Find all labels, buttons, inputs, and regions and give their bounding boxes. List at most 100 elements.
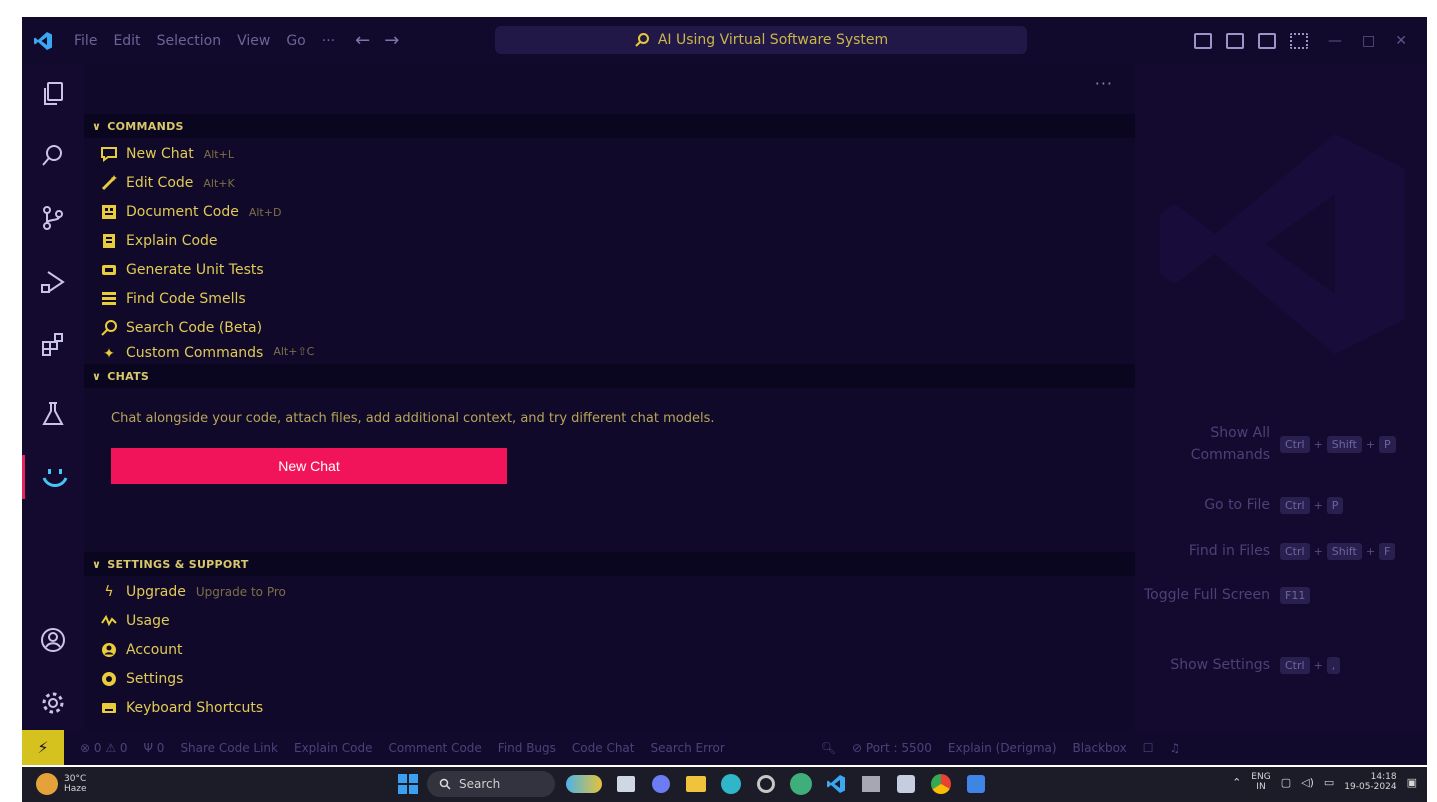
menu-go[interactable]: Go: [286, 33, 305, 49]
shortcut-find-in-files: Find in Files Ctrl + Shift + F: [1135, 540, 1427, 562]
maximize-button[interactable]: □: [1362, 33, 1375, 49]
back-arrow-icon[interactable]: ←: [355, 30, 370, 51]
settings-item-account[interactable]: Account: [100, 638, 183, 662]
task-view-icon[interactable]: [613, 771, 639, 797]
menu-selection[interactable]: Selection: [157, 33, 222, 49]
pulse-icon: [100, 612, 118, 630]
clock[interactable]: 14:18 19-05-2024: [1344, 772, 1396, 792]
explorer-icon[interactable]: [22, 72, 84, 116]
run-debug-icon[interactable]: [22, 260, 84, 304]
toggle-panel-icon[interactable]: [1226, 32, 1245, 49]
vscode-logo-icon[interactable]: [22, 17, 64, 64]
zoom-icon[interactable]: 🔍︎: [821, 741, 836, 755]
file-explorer-icon[interactable]: [683, 771, 709, 797]
settings-item-settings[interactable]: Settings: [100, 667, 183, 691]
toggle-primary-sidebar-icon[interactable]: [1194, 32, 1213, 49]
windows-taskbar: 30°C Haze Search ⌃ ENG IN ▢ ◁) ▭ 14:18 1…: [22, 767, 1427, 802]
account-icon[interactable]: [22, 618, 84, 662]
language-indicator[interactable]: ENG IN: [1251, 772, 1270, 792]
vscode-taskbar-icon[interactable]: [823, 771, 849, 797]
chat-app-icon[interactable]: [648, 771, 674, 797]
extensions-icon[interactable]: [22, 322, 84, 366]
close-button[interactable]: ✕: [1395, 33, 1407, 49]
toggle-secondary-sidebar-icon[interactable]: [1258, 32, 1277, 49]
explain-derigma-link[interactable]: Explain (Derigma): [948, 741, 1057, 755]
command-document-code[interactable]: Document Code Alt+D: [100, 200, 281, 224]
command-find-code-smells[interactable]: Find Code Smells: [100, 287, 246, 311]
command-explain-code[interactable]: Explain Code: [100, 229, 218, 253]
windows-start-icon[interactable]: [398, 774, 418, 794]
comment-code-link[interactable]: Comment Code: [388, 741, 481, 755]
settings-item-upgrade[interactable]: ϟ Upgrade Upgrade to Pro: [100, 580, 286, 604]
widgets-app-icon[interactable]: [564, 771, 604, 797]
tool-icon: ✦: [103, 346, 115, 361]
network-icon[interactable]: ▢: [1281, 776, 1291, 789]
chats-section-header[interactable]: ∨ CHATS: [84, 364, 1135, 388]
notification-center-icon[interactable]: ▣: [1407, 776, 1417, 789]
book-icon: [100, 232, 118, 250]
command-generate-unit-tests[interactable]: Generate Unit Tests: [100, 258, 264, 282]
command-search-code[interactable]: Search Code (Beta): [100, 316, 262, 340]
command-new-chat[interactable]: New Chat Alt+L: [100, 142, 234, 166]
account-icon: [100, 641, 118, 659]
search-icon: [635, 33, 649, 47]
testing-flask-icon[interactable]: [22, 392, 84, 436]
settings-item-usage[interactable]: Usage: [100, 609, 170, 633]
share-code-link[interactable]: Share Code Link: [180, 741, 278, 755]
battery-icon[interactable]: ▭: [1324, 776, 1334, 789]
search-error-link[interactable]: Search Error: [650, 741, 724, 755]
menu-edit[interactable]: Edit: [113, 33, 140, 49]
chevron-down-icon: ∨: [92, 557, 102, 571]
test-tube-icon: [100, 261, 118, 279]
chatgpt-app-icon[interactable]: [788, 771, 814, 797]
source-control-icon[interactable]: [22, 196, 84, 240]
problems-indicator[interactable]: ⊗ 0 ⚠ 0: [80, 741, 128, 755]
forward-arrow-icon[interactable]: →: [384, 30, 399, 51]
live-server-port[interactable]: ⊘ Port : 5500: [852, 741, 932, 755]
volume-icon[interactable]: ◁): [1301, 776, 1314, 789]
find-bugs-link[interactable]: Find Bugs: [498, 741, 556, 755]
settings-support-section-header[interactable]: ∨ SETTINGS & SUPPORT: [84, 552, 1135, 576]
more-actions-icon[interactable]: ···: [1095, 74, 1113, 93]
blackbox-status[interactable]: Blackbox: [1073, 741, 1127, 755]
broadcast-icon[interactable]: ☐: [1143, 741, 1154, 755]
remote-indicator-icon[interactable]: ⚡: [22, 730, 64, 765]
list-icon: [100, 290, 118, 308]
menu-bar: File Edit Selection View Go ··· ← →: [64, 17, 399, 64]
menu-view[interactable]: View: [237, 33, 270, 49]
chevron-up-icon[interactable]: ⌃: [1232, 776, 1241, 789]
menu-more[interactable]: ···: [322, 33, 335, 49]
editor-welcome-area: Show All Commands Ctrl + Shift + P Go to F…: [1135, 64, 1427, 730]
taskbar-search-box[interactable]: Search: [427, 771, 555, 797]
edge-browser-icon[interactable]: [718, 771, 744, 797]
activity-bar: [22, 64, 84, 730]
customize-layout-icon[interactable]: [1290, 32, 1309, 49]
new-chat-button[interactable]: New Chat: [111, 448, 507, 484]
store-app-icon[interactable]: [963, 771, 989, 797]
manage-gear-icon[interactable]: [22, 681, 84, 725]
blackbox-smile-icon[interactable]: [22, 455, 84, 499]
shortcut-go-to-file: Go to File Ctrl + P: [1135, 494, 1427, 516]
search-icon[interactable]: [22, 134, 84, 178]
command-center-search[interactable]: AI Using Virtual Software System: [495, 26, 1027, 54]
weather-widget[interactable]: 30°C Haze: [36, 773, 87, 795]
search-icon: [100, 319, 118, 337]
ports-indicator[interactable]: Ψ 0: [144, 741, 165, 755]
photos-app-icon[interactable]: [893, 771, 919, 797]
command-edit-code[interactable]: Edit Code Alt+K: [100, 171, 235, 195]
settings-app-icon[interactable]: [753, 771, 779, 797]
explain-code-link[interactable]: Explain Code: [294, 741, 372, 755]
weather-desc: Haze: [64, 784, 87, 794]
terminal-app-icon[interactable]: [858, 771, 884, 797]
commands-section-header[interactable]: ∨ COMMANDS: [84, 114, 1135, 138]
section-title: SETTINGS & SUPPORT: [107, 557, 249, 571]
menu-file[interactable]: File: [74, 33, 97, 49]
command-custom-commands[interactable]: ✦ Custom Commands Alt+⇧C: [100, 345, 314, 361]
chevron-down-icon: ∨: [92, 119, 102, 133]
settings-item-keyboard-shortcuts[interactable]: Keyboard Shortcuts: [100, 696, 263, 720]
minimize-button[interactable]: —: [1328, 33, 1342, 49]
notifications-bell-icon[interactable]: ♫: [1169, 741, 1180, 755]
code-chat-link[interactable]: Code Chat: [572, 741, 635, 755]
chrome-browser-icon[interactable]: [928, 771, 954, 797]
blackbox-side-panel: ··· ∨ COMMANDS New Chat Alt+L Edit Code …: [84, 64, 1135, 730]
